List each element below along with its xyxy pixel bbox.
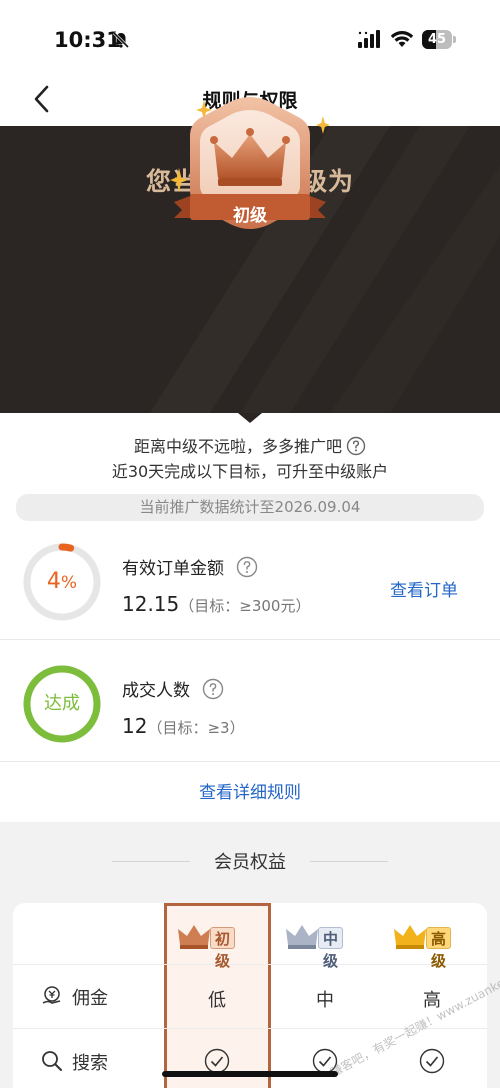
help-icon[interactable] — [346, 436, 366, 456]
metric-value: 12.15（目标：≥300元） — [122, 592, 311, 616]
metric-label: 成交人数 — [122, 681, 190, 701]
tier-label: 中级 — [318, 927, 344, 970]
progress-percent: 4% — [46, 569, 78, 594]
hero-pointer — [238, 413, 262, 423]
upgrade-hint: 距离中级不远啦，多多推广吧 — [0, 433, 500, 457]
upgrade-hint-text: 距离中级不远啦，多多推广吧 — [133, 437, 342, 456]
wifi-icon — [390, 31, 414, 47]
metric-value: 12（目标：≥3） — [122, 714, 245, 738]
benefit-name: 搜索 — [72, 1053, 108, 1074]
help-icon[interactable] — [236, 556, 258, 578]
tier-label: 高级 — [426, 927, 452, 970]
current-level-label: 初级 — [233, 206, 267, 226]
check-circle-icon — [419, 1048, 445, 1074]
commission-icon — [42, 986, 61, 1004]
tier-label: 初级 — [210, 927, 236, 970]
cellular-signal-icon — [358, 30, 380, 48]
bell-muted-icon — [112, 31, 130, 49]
metric-label: 有效订单金额 — [122, 559, 224, 579]
silver-crown-icon — [286, 925, 318, 949]
status-bar: 10:31 45 — [0, 0, 500, 80]
bronze-crown-icon — [178, 925, 210, 949]
gold-crown-icon — [394, 925, 426, 949]
benefit-value-low: 低 — [208, 990, 226, 1011]
search-icon — [42, 1051, 62, 1071]
benefit-value-mid: 中 — [316, 990, 334, 1011]
status-time: 10:31 — [54, 28, 121, 52]
divider — [13, 964, 487, 965]
home-indicator[interactable] — [162, 1071, 338, 1077]
benefit-name: 佣金 — [72, 988, 108, 1009]
benefits-heading: 会员权益 — [214, 852, 286, 873]
view-orders-link[interactable]: 查看订单 — [390, 576, 458, 601]
battery-level-text: 45 — [427, 32, 447, 47]
achieved-status: 达成 — [44, 693, 80, 714]
battery-indicator: 45 — [422, 30, 456, 49]
upgrade-requirement: 近30天完成以下目标，可升至中级账户 — [111, 462, 389, 481]
view-detailed-rules-link[interactable]: 查看详细规则 — [0, 764, 500, 822]
metric-buyer-count: 达成 成交人数 12（目标：≥3） — [0, 652, 500, 762]
stat-date-banner: 当前推广数据统计至2026.09.04 — [16, 494, 484, 521]
metric-order-amount: 4% 有效订单金额 12.15（目标：≥300元） 查看订单 — [0, 530, 500, 640]
help-icon[interactable] — [202, 678, 224, 700]
